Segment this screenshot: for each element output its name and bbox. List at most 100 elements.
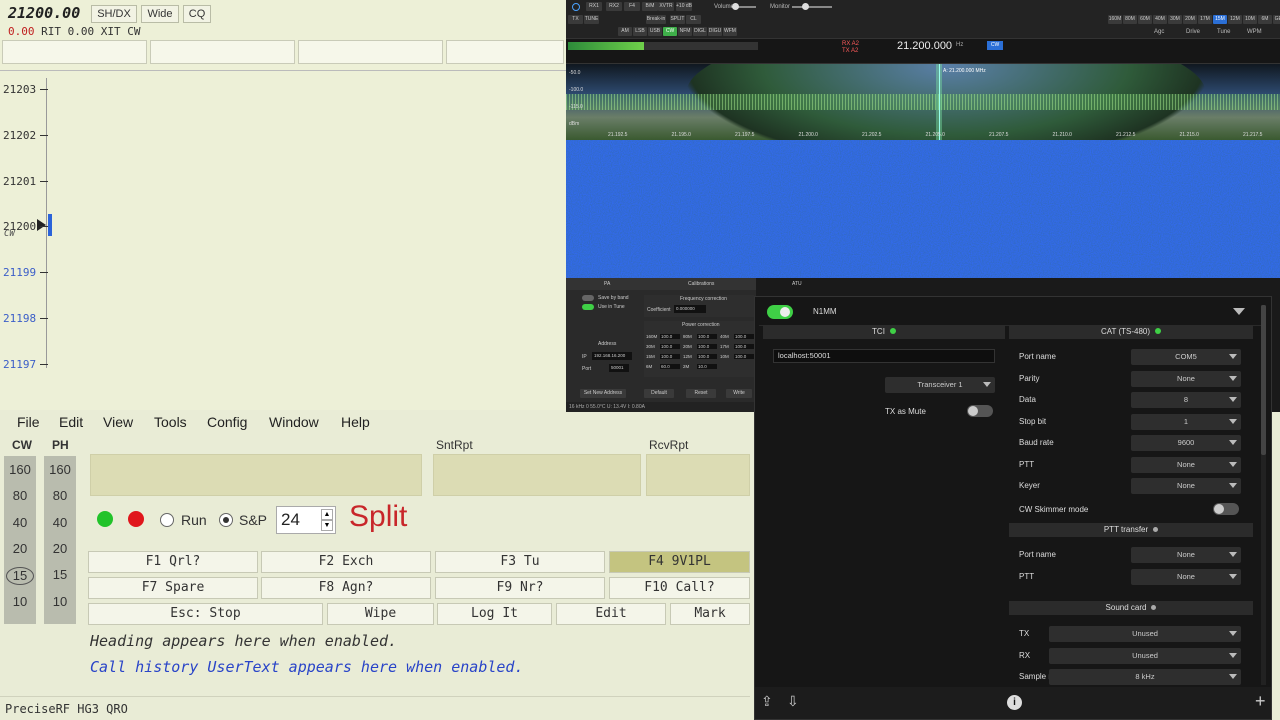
- mode-button-digu[interactable]: DIGU: [708, 27, 722, 36]
- edit-button[interactable]: Edit: [556, 603, 666, 625]
- toolbar-button[interactable]: TUNE: [584, 15, 599, 24]
- mode-button-lsb[interactable]: LSB: [633, 27, 647, 36]
- band-button-40m[interactable]: 40M: [1153, 15, 1167, 24]
- power-value-field[interactable]: 60.0: [660, 364, 680, 369]
- rcvrpt-field[interactable]: [646, 454, 750, 496]
- add-icon[interactable]: +: [1255, 691, 1266, 712]
- spectrum-display[interactable]: A: 21.200.000 MHz -50.0 -100.0 -115.0 dBm 21…: [566, 64, 1280, 140]
- fkey-f8[interactable]: F8 Agn?: [261, 577, 431, 599]
- bandmap-slot[interactable]: [298, 40, 443, 64]
- spinner-down-icon[interactable]: ▼: [321, 520, 333, 531]
- ph-band-15[interactable]: 15: [44, 567, 76, 582]
- cw-band-80[interactable]: 80: [4, 488, 36, 503]
- call-entry-field[interactable]: [90, 454, 422, 496]
- settings-button[interactable]: Set New Address: [580, 389, 626, 398]
- power-value-field[interactable]: 100.0: [697, 354, 717, 359]
- toolbar-button[interactable]: SPLIT: [670, 15, 685, 24]
- band-button-160m[interactable]: 160M: [1108, 15, 1122, 24]
- settings-button[interactable]: Write: [726, 389, 752, 398]
- setting-select[interactable]: Unused: [1049, 647, 1241, 664]
- tci-address-input[interactable]: localhost:50001: [773, 349, 995, 363]
- port-field[interactable]: 50001: [609, 364, 629, 372]
- band-button-12m[interactable]: 12M: [1228, 15, 1242, 24]
- band-button-6m[interactable]: 6M: [1258, 15, 1272, 24]
- setting-select[interactable]: None: [1131, 568, 1241, 585]
- power-value-field[interactable]: 100.0: [660, 344, 680, 349]
- transceiver-select[interactable]: Transceiver 1: [885, 377, 995, 393]
- menu-edit[interactable]: Edit: [59, 414, 83, 430]
- power-icon[interactable]: [572, 3, 580, 11]
- use-in-tune-toggle[interactable]: [582, 304, 594, 310]
- band-button-30m[interactable]: 30M: [1168, 15, 1182, 24]
- ph-band-40[interactable]: 40: [44, 515, 76, 530]
- tab-pa[interactable]: PA: [604, 281, 610, 287]
- run-radio[interactable]: [160, 513, 174, 527]
- menu-tools[interactable]: Tools: [154, 414, 187, 430]
- tab-calibrations[interactable]: Calibrations: [688, 281, 714, 287]
- setting-select[interactable]: None: [1131, 547, 1241, 563]
- tab-atu[interactable]: ATU: [792, 281, 802, 287]
- band-button-gen[interactable]: GEN: [1273, 15, 1280, 24]
- cw-band-10[interactable]: 10: [4, 594, 36, 609]
- setting-select[interactable]: None: [1131, 370, 1241, 387]
- mode-button-wfm[interactable]: WFM: [723, 27, 737, 36]
- power-value-field[interactable]: 100.0: [660, 334, 680, 339]
- fkey-f4[interactable]: F4 9V1PL: [609, 551, 750, 573]
- menu-file[interactable]: File: [17, 414, 40, 430]
- collapse-icon[interactable]: [1233, 308, 1245, 315]
- band-button-60m[interactable]: 60M: [1138, 15, 1152, 24]
- cw-band-40[interactable]: 40: [4, 515, 36, 530]
- mode-button-usb[interactable]: USB: [648, 27, 662, 36]
- toolbar-button[interactable]: RX1: [586, 2, 602, 11]
- mark-button[interactable]: Mark: [670, 603, 750, 625]
- ph-band-20[interactable]: 20: [44, 541, 76, 556]
- band-button-80m[interactable]: 80M: [1123, 15, 1137, 24]
- setting-select[interactable]: 8: [1131, 392, 1241, 408]
- fkey-f1[interactable]: F1 Qrl?: [88, 551, 258, 573]
- mode-button-nfm[interactable]: NFM: [678, 27, 692, 36]
- setting-select[interactable]: None: [1131, 478, 1241, 494]
- setting-select[interactable]: None: [1131, 456, 1241, 473]
- ph-band-10[interactable]: 10: [44, 594, 76, 609]
- settings-button[interactable]: Reset: [686, 389, 716, 398]
- cw-band-160[interactable]: 160: [4, 462, 36, 477]
- menu-window[interactable]: Window: [269, 414, 319, 430]
- toolbar-button[interactable]: F4: [624, 2, 640, 11]
- toolbar-button[interactable]: +10 dB: [676, 2, 692, 11]
- coefficient-field[interactable]: 0.000000: [674, 305, 706, 313]
- toolbar-button[interactable]: XVTR: [658, 2, 674, 11]
- cq-button[interactable]: CQ: [183, 5, 211, 23]
- fkey-f3[interactable]: F3 Tu: [435, 551, 605, 573]
- toolbar-button[interactable]: CL: [686, 15, 701, 24]
- esc-stop-button[interactable]: Esc: Stop: [88, 603, 323, 625]
- setting-select[interactable]: 8 kHz: [1049, 669, 1241, 685]
- setting-select[interactable]: 1: [1131, 413, 1241, 430]
- wide-button[interactable]: Wide: [141, 5, 179, 23]
- power-value-field[interactable]: 100.0: [697, 334, 717, 339]
- sp-radio[interactable]: [219, 513, 233, 527]
- setting-select[interactable]: COM5: [1131, 349, 1241, 365]
- setting-select[interactable]: Unused: [1049, 626, 1241, 642]
- menu-view[interactable]: View: [103, 414, 133, 430]
- save-by-band-toggle[interactable]: [582, 295, 594, 301]
- shdx-button[interactable]: SH/DX: [91, 5, 137, 23]
- fkey-f2[interactable]: F2 Exch: [261, 551, 431, 573]
- toolbar-button[interactable]: RX2: [606, 2, 622, 11]
- band-button-15m[interactable]: 15M: [1213, 15, 1227, 24]
- sntrpt-field[interactable]: [433, 454, 641, 496]
- scrollbar-track[interactable]: [1261, 305, 1266, 685]
- band-button-17m[interactable]: 17M: [1198, 15, 1212, 24]
- bandmap-slot[interactable]: [150, 40, 295, 64]
- power-value-field[interactable]: 100.0: [734, 354, 754, 359]
- ip-field[interactable]: 192.168.16.200: [592, 352, 632, 360]
- ph-band-160[interactable]: 160: [44, 462, 76, 477]
- spinner-input[interactable]: 24 ▲ ▼: [276, 506, 336, 534]
- wipe-button[interactable]: Wipe: [327, 603, 434, 625]
- band-button-20m[interactable]: 20M: [1183, 15, 1197, 24]
- toolbar-button[interactable]: B/M: [642, 2, 658, 11]
- power-value-field[interactable]: 10.0: [697, 364, 717, 369]
- info-icon[interactable]: i: [1007, 695, 1022, 710]
- power-value-field[interactable]: 100.0: [734, 344, 754, 349]
- ph-band-80[interactable]: 80: [44, 488, 76, 503]
- bandmap-slot[interactable]: [2, 40, 147, 64]
